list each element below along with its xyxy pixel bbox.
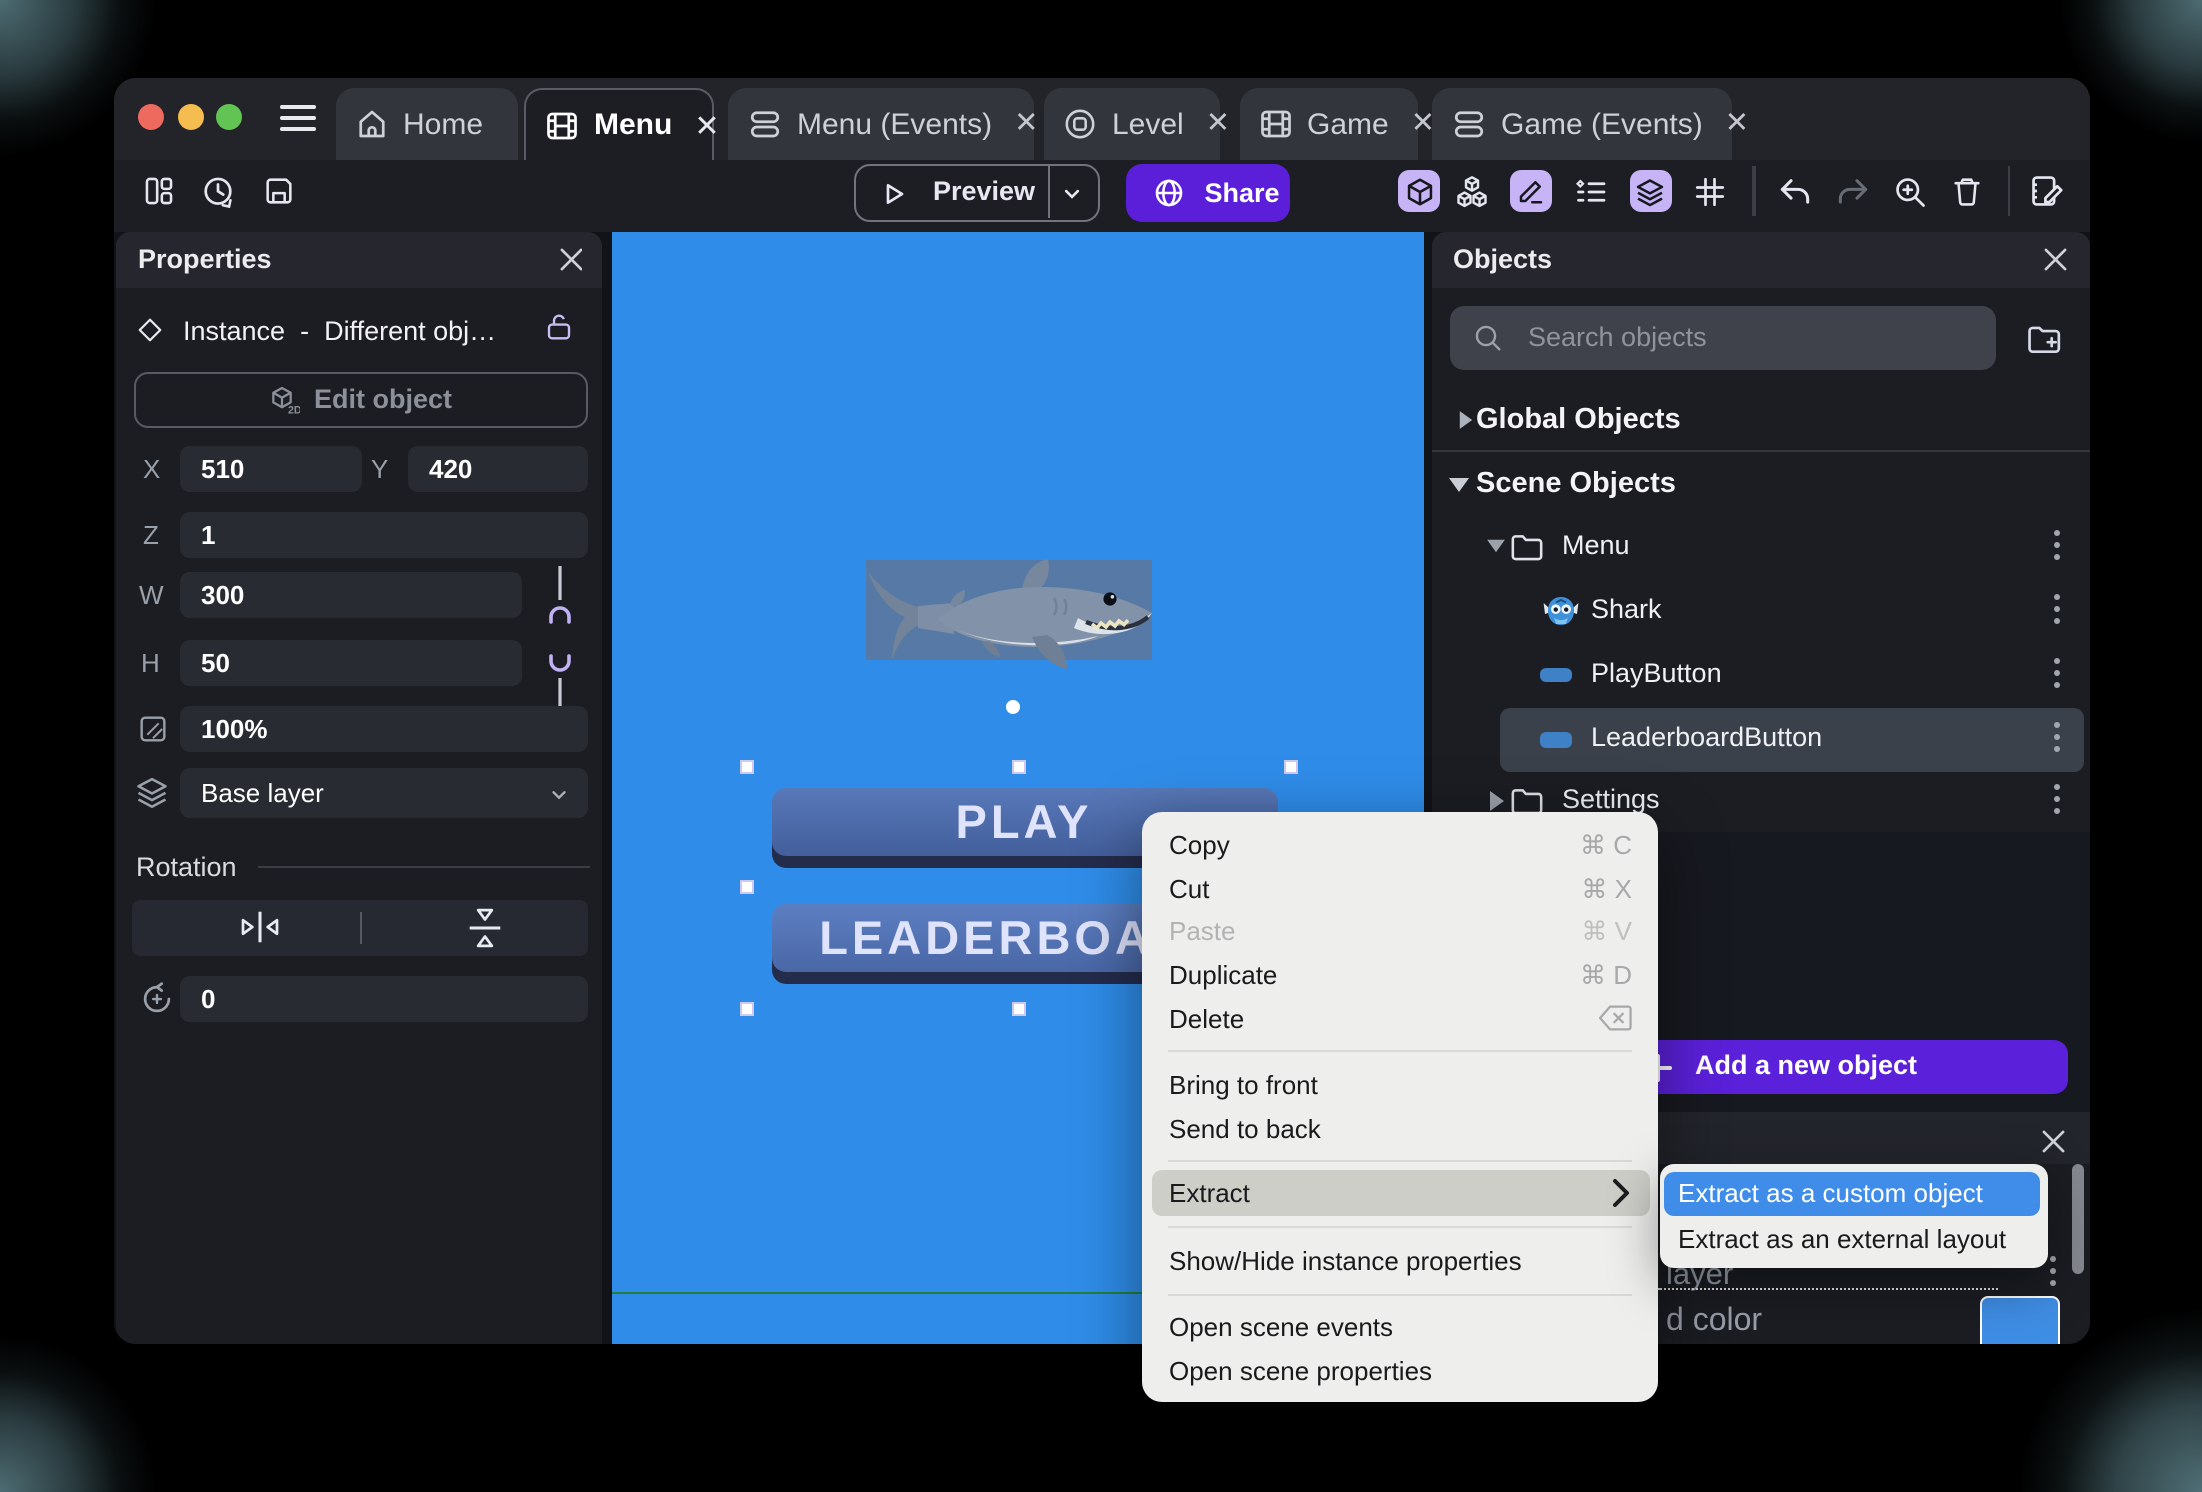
svg-text:2D: 2D [288,403,300,415]
